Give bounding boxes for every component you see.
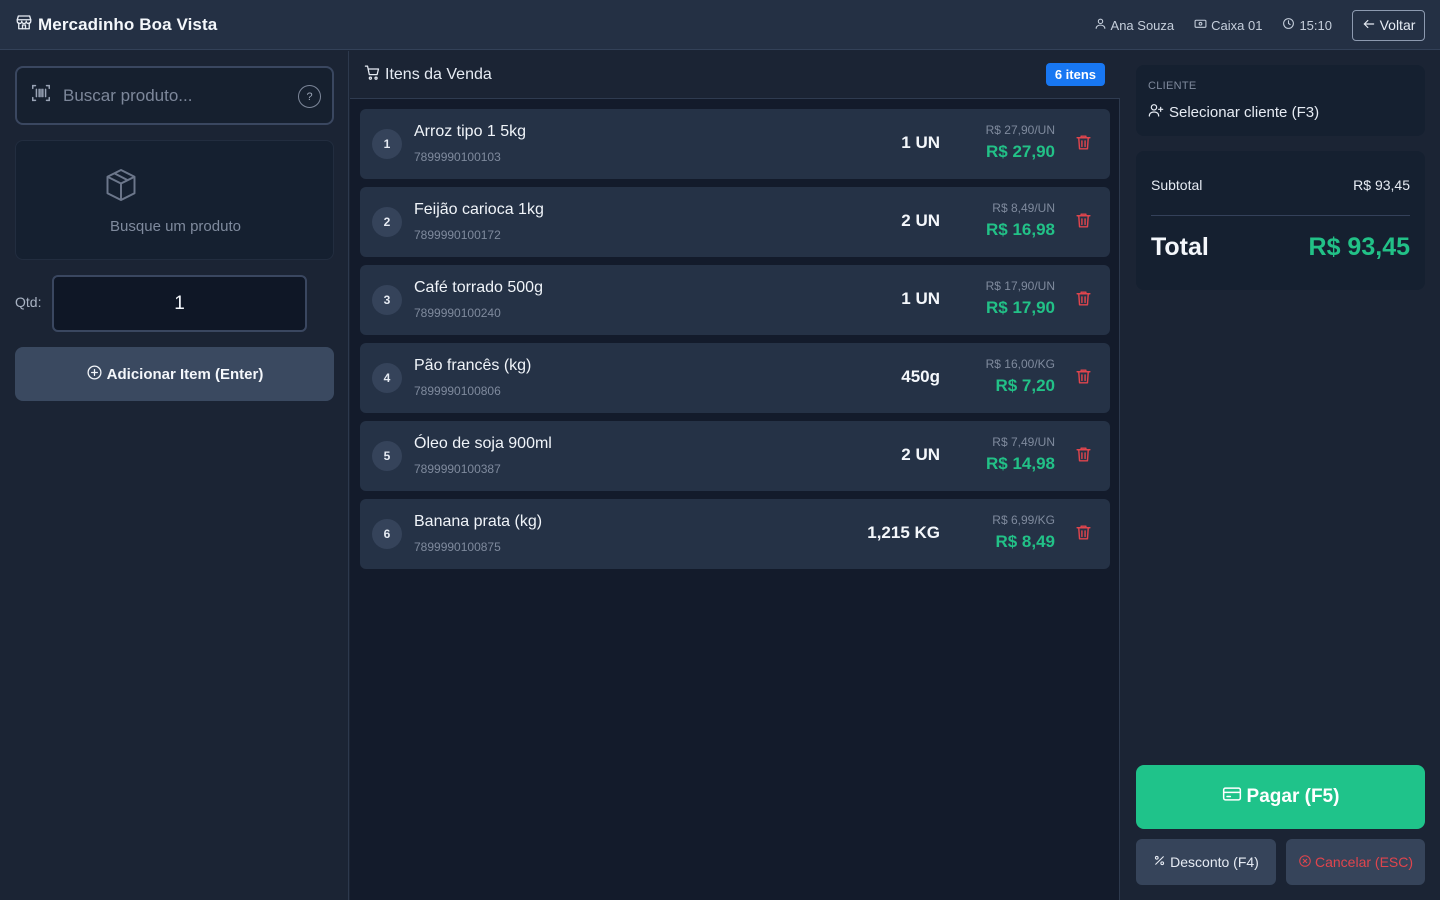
subtotal-label: Subtotal [1151, 177, 1203, 193]
user-plus-icon [1148, 102, 1169, 122]
right-panel: CLIENTE Selecionar cliente (F3) Subtotal… [1121, 51, 1440, 900]
user-name: Ana Souza [1110, 17, 1175, 33]
total-label: Total [1151, 233, 1209, 261]
plus-circle-icon [86, 364, 107, 385]
clock-icon [1282, 17, 1299, 33]
item-name: Pão francês (kg) [414, 357, 532, 374]
brand: Mercadinho Boa Vista [15, 13, 217, 36]
item-name: Arroz tipo 1 5kg [414, 123, 527, 140]
pay-button[interactable]: Pagar (F5) [1136, 765, 1425, 829]
item-index: 4 [372, 363, 402, 393]
item-unit-price: R$ 6,99/KG [992, 513, 1055, 527]
client-label: CLIENTE [1148, 80, 1197, 92]
list-item[interactable]: 1 Arroz tipo 1 5kg 7899990100103 1 UN R$… [360, 109, 1110, 179]
item-count-badge: 6 itens [1045, 63, 1105, 86]
item-code: 7899990100103 [414, 150, 501, 164]
user-icon [1094, 17, 1111, 33]
select-client-button[interactable]: Selecionar cliente (F3) [1148, 102, 1319, 122]
item-unit-price: R$ 7,49/UN [992, 435, 1055, 449]
current-time: 15:10 [1299, 17, 1332, 33]
back-label: Voltar [1379, 17, 1416, 33]
cash-register-icon [1194, 17, 1211, 33]
qty-label: Qtd: [15, 294, 42, 310]
list-item[interactable]: 5 Óleo de soja 900ml 7899990100387 2 UN … [360, 421, 1110, 491]
item-name: Café torrado 500g [414, 279, 543, 296]
add-item-label: Adicionar Item (Enter) [106, 365, 264, 383]
list-item[interactable]: 4 Pão francês (kg) 7899990100806 450g R$… [360, 343, 1110, 413]
totals-card: Subtotal R$ 93,45 Total R$ 93,45 [1136, 151, 1425, 290]
search-input[interactable] [63, 85, 283, 106]
item-code: 7899990100172 [414, 228, 501, 242]
item-name: Feijão carioca 1kg [414, 201, 544, 218]
clock-info: 15:10 [1282, 17, 1332, 33]
list-item[interactable]: 3 Café torrado 500g 7899990100240 1 UN R… [360, 265, 1110, 335]
store-name: Mercadinho Boa Vista [38, 14, 218, 34]
subtotal-value: R$ 93,45 [1353, 177, 1410, 193]
search-box[interactable]: ? [15, 66, 334, 125]
product-preview: Busque um produto [15, 140, 334, 260]
sale-items-title: Itens da Venda [385, 65, 492, 83]
item-name: Óleo de soja 900ml [414, 435, 552, 452]
top-bar: Mercadinho Boa Vista Ana Souza Caixa 01 … [0, 0, 1440, 50]
item-code: 7899990100240 [414, 306, 501, 320]
select-client-label: Selecionar cliente (F3) [1169, 103, 1320, 121]
item-unit-price: R$ 16,00/KG [985, 357, 1055, 371]
discount-button[interactable]: Desconto (F4) [1136, 839, 1276, 885]
client-card: CLIENTE Selecionar cliente (F3) [1136, 65, 1425, 136]
item-total: R$ 14,98 [986, 454, 1055, 473]
item-total: R$ 8,49 [995, 532, 1055, 551]
item-qty: 1 UN [901, 289, 940, 308]
percent-icon [1153, 854, 1170, 870]
item-name: Banana prata (kg) [414, 513, 543, 530]
item-total: R$ 17,90 [986, 298, 1055, 317]
register-name: Caixa 01 [1211, 17, 1263, 33]
item-index: 2 [372, 207, 402, 237]
discount-label: Desconto (F4) [1170, 854, 1259, 870]
item-code: 7899990100387 [414, 462, 501, 476]
item-unit-price: R$ 17,90/UN [985, 279, 1055, 293]
item-code: 7899990100875 [414, 540, 501, 554]
pay-label: Pagar (F5) [1246, 786, 1340, 807]
item-index: 5 [372, 441, 402, 471]
item-qty: 1 UN [901, 133, 940, 152]
register-info: Caixa 01 [1194, 17, 1262, 33]
total-value: R$ 93,45 [1308, 233, 1410, 261]
help-icon[interactable]: ? [298, 85, 321, 108]
add-item-button[interactable]: Adicionar Item (Enter) [15, 347, 334, 401]
sale-items-list: 1 Arroz tipo 1 5kg 7899990100103 1 UN R$… [360, 109, 1110, 577]
back-button[interactable]: Voltar [1352, 9, 1425, 41]
store-icon [15, 13, 38, 36]
list-item[interactable]: 2 Feijão carioca 1kg 7899990100172 2 UN … [360, 187, 1110, 257]
item-total: R$ 27,90 [986, 142, 1055, 161]
item-total: R$ 16,98 [986, 220, 1055, 239]
quantity-input[interactable] [52, 275, 307, 332]
x-circle-icon [1298, 854, 1315, 871]
cancel-button[interactable]: Cancelar (ESC) [1286, 839, 1425, 885]
cart-icon [350, 64, 385, 86]
cancel-label: Cancelar (ESC) [1314, 854, 1414, 870]
item-code: 7899990100806 [414, 384, 501, 398]
item-unit-price: R$ 27,90/UN [985, 123, 1055, 137]
item-qty: 2 UN [901, 211, 940, 230]
item-qty: 2 UN [901, 445, 940, 464]
user-info: Ana Souza [1094, 17, 1175, 33]
item-index: 1 [372, 129, 402, 159]
item-index: 6 [372, 519, 402, 549]
left-panel: ? Busque um produto Qtd: Adicionar Item … [0, 51, 349, 900]
item-total: R$ 7,20 [995, 376, 1055, 395]
arrow-left-icon [1362, 17, 1380, 34]
preview-hint: Busque um produto [110, 218, 241, 235]
sale-items-header: Itens da Venda 6 itens [350, 51, 1120, 99]
item-index: 3 [372, 285, 402, 315]
credit-card-icon [1222, 784, 1247, 810]
list-item[interactable]: 6 Banana prata (kg) 7899990100875 1,215 … [360, 499, 1110, 569]
item-unit-price: R$ 8,49/UN [992, 201, 1055, 215]
barcode-icon [17, 82, 63, 109]
item-qty: 450g [901, 367, 940, 386]
divider [1151, 215, 1410, 216]
sale-items-panel: Itens da Venda 6 itens 1 Arroz tipo 1 5k… [350, 51, 1120, 900]
item-qty: 1,215 KG [867, 523, 940, 542]
